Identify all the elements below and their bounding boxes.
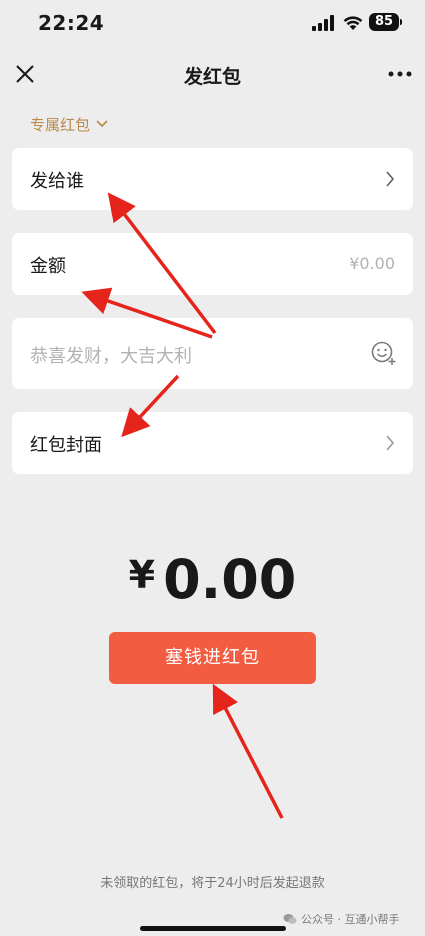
status-bar: 22:24 85	[0, 0, 425, 46]
emoji-icon[interactable]	[371, 340, 397, 366]
chevron-right-icon	[386, 171, 395, 187]
battery-tip	[400, 19, 402, 25]
cover-row[interactable]: 红包封面	[12, 412, 413, 474]
wechat-icon	[283, 914, 297, 924]
recipient-label: 发给谁	[30, 171, 84, 192]
signal-icon	[312, 15, 334, 31]
watermark: 公众号 · 互通小帮手	[283, 911, 400, 927]
cover-label: 红包封面	[30, 435, 102, 456]
amount-label: 金额	[30, 256, 66, 277]
chevron-right-icon	[386, 435, 395, 451]
amount-row[interactable]: 金额 ¥0.00	[12, 233, 413, 295]
more-options-icon[interactable]	[386, 63, 414, 85]
battery-indicator: 85	[369, 13, 399, 31]
packet-type-selector[interactable]: 专属红包	[30, 113, 108, 135]
recipient-row[interactable]: 发给谁	[12, 148, 413, 210]
submit-button[interactable]: 塞钱进红包	[109, 632, 316, 684]
arrow-to-submit	[212, 683, 284, 819]
wifi-icon	[343, 16, 363, 30]
greeting-input[interactable]: 恭喜发财，大吉大利	[30, 342, 192, 368]
greeting-row[interactable]: 恭喜发财，大吉大利	[12, 318, 413, 389]
home-indicator	[140, 926, 286, 931]
status-time: 22:24	[38, 11, 105, 35]
total-amount: ¥0.00	[0, 548, 425, 611]
refund-note: 未领取的红包，将于24小时后发起退款	[100, 876, 325, 891]
nav-bar: 发红包	[0, 52, 425, 96]
page-title: 发红包	[183, 66, 241, 88]
watermark-text: 公众号 · 互通小帮手	[301, 913, 400, 926]
packet-type-label: 专属红包	[30, 115, 91, 134]
total-value: 0.00	[163, 548, 297, 611]
amount-input[interactable]: ¥0.00	[349, 254, 395, 273]
chevron-down-icon	[96, 120, 108, 128]
currency-symbol: ¥	[128, 553, 156, 597]
